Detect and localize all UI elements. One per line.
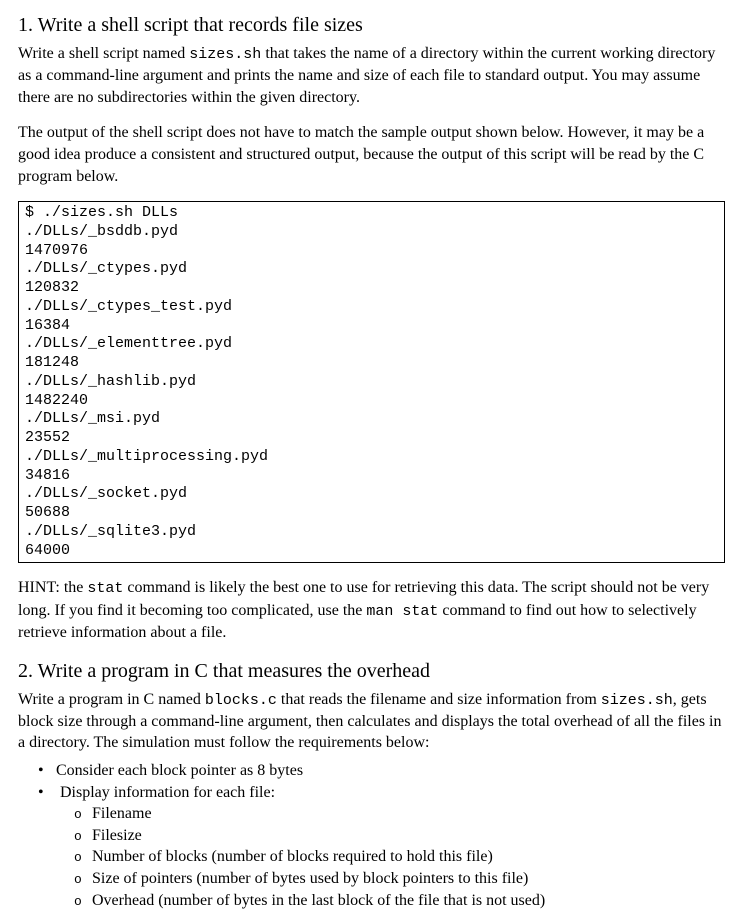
text: that reads the filename and size informa… bbox=[277, 691, 601, 708]
code-sizes-sh: sizes.sh bbox=[189, 46, 261, 63]
code-stat: stat bbox=[87, 580, 123, 597]
section1-para1: Write a shell script named sizes.sh that… bbox=[18, 43, 725, 108]
list-item: Consider each block pointer as 8 bytes bbox=[56, 760, 725, 782]
section1-para2: The output of the shell script does not … bbox=[18, 122, 725, 187]
sub-list: Filename Filesize Number of blocks (numb… bbox=[56, 803, 725, 911]
code-blocks-c: blocks.c bbox=[205, 692, 277, 709]
list-item: Size of pointers (number of bytes used b… bbox=[92, 868, 725, 890]
list-item: Filesize bbox=[92, 825, 725, 847]
text: HINT: the bbox=[18, 579, 87, 596]
code-sizes-sh-2: sizes.sh bbox=[601, 692, 673, 709]
code-man-stat: man stat bbox=[366, 603, 438, 620]
code-block-output: $ ./sizes.sh DLLs ./DLLs/_bsddb.pyd 1470… bbox=[18, 201, 725, 563]
text: Display information for each file: bbox=[60, 784, 275, 801]
text: Write a program in C named bbox=[18, 691, 205, 708]
list-item: Number of blocks (number of blocks requi… bbox=[92, 846, 725, 868]
section2-heading: 2. Write a program in C that measures th… bbox=[18, 658, 725, 685]
list-item: Display information for each file: Filen… bbox=[56, 782, 725, 912]
section2-para1: Write a program in C named blocks.c that… bbox=[18, 689, 725, 754]
requirements-list: Consider each block pointer as 8 bytes D… bbox=[18, 760, 725, 911]
section1-heading: 1. Write a shell script that records fil… bbox=[18, 12, 725, 39]
list-item: Overhead (number of bytes in the last bl… bbox=[92, 890, 725, 912]
section1-hint: HINT: the stat command is likely the bes… bbox=[18, 577, 725, 643]
text: Write a shell script named bbox=[18, 45, 189, 62]
list-item: Filename bbox=[92, 803, 725, 825]
